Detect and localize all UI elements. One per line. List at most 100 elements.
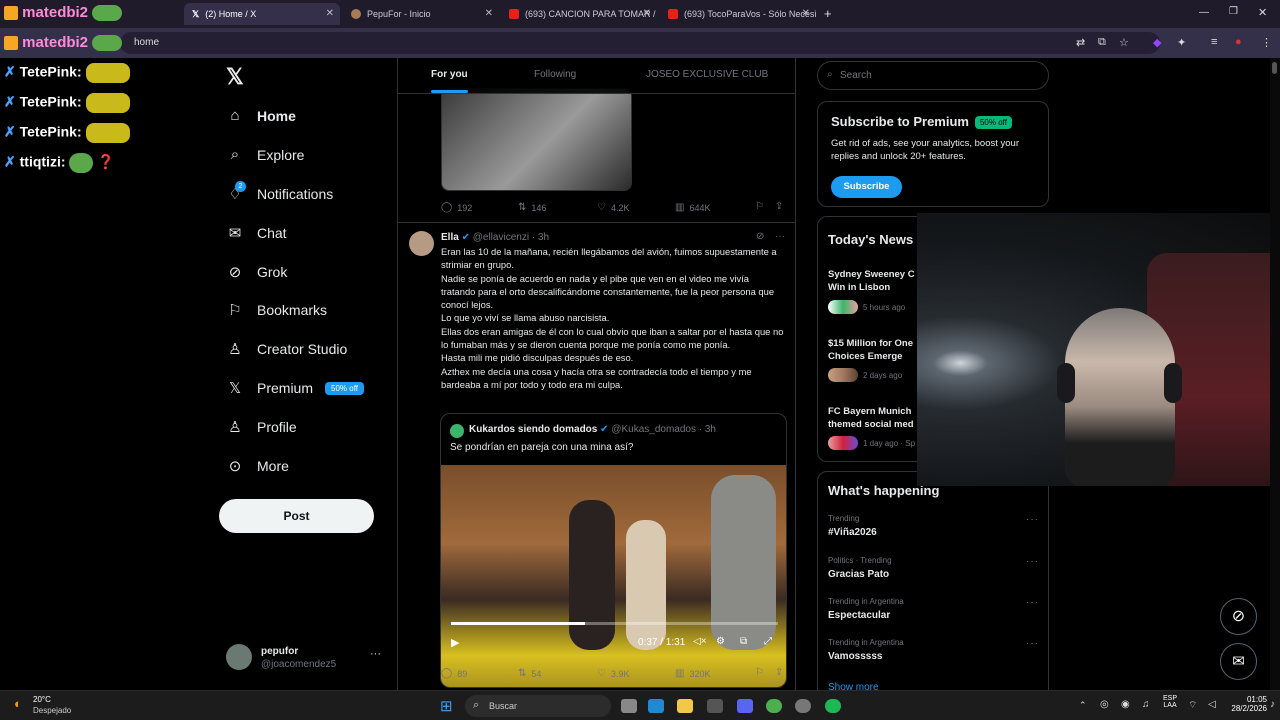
news-item-title[interactable]: Sydney Sweeney C Win in Lisbon xyxy=(828,268,918,294)
trend-name[interactable]: Vamosssss xyxy=(828,651,883,662)
windows-start-icon[interactable]: ⊞ xyxy=(440,697,453,715)
subscribe-button[interactable]: Subscribe xyxy=(831,176,902,198)
more-dots-icon[interactable]: ··· xyxy=(1026,514,1039,525)
tab-youtube-2[interactable]: (693) TocoParaVos - Sólo Necesito ✕ xyxy=(660,3,816,25)
more-dots-icon[interactable]: ··· xyxy=(1026,638,1039,649)
avatar[interactable]: ● xyxy=(1235,36,1242,48)
close-icon[interactable]: ✕ xyxy=(643,8,651,19)
share-button[interactable]: ⇪ xyxy=(775,201,788,212)
previous-tweet-image[interactable] xyxy=(441,88,632,191)
like-button[interactable]: ♡ 3.9K xyxy=(597,668,629,679)
video-player[interactable]: ▶ 0:37 / 1:31 ◁× ⚙ ⧉ ⤢ xyxy=(441,465,786,687)
nav-more[interactable]: ⊙ More xyxy=(226,457,289,475)
mute-icon[interactable]: ◁× xyxy=(693,636,707,647)
close-icon[interactable]: ✕ xyxy=(802,8,810,19)
author-name[interactable]: Ella xyxy=(441,232,459,243)
trend-name[interactable]: #Viña2026 xyxy=(828,527,877,538)
tab-for-you[interactable]: For you xyxy=(431,69,468,80)
window-close-button[interactable]: ✕ xyxy=(1258,6,1267,19)
minimize-button[interactable]: — xyxy=(1199,7,1209,18)
tab-youtube-1[interactable]: (693) CANCION PARA TOMAR / ✕ xyxy=(501,3,657,25)
nav-profile[interactable]: ♙ Profile xyxy=(226,418,296,436)
chrome-icon[interactable] xyxy=(766,699,782,713)
fullscreen-icon[interactable]: ⤢ xyxy=(764,636,772,647)
pip-icon[interactable]: ⧉ xyxy=(740,636,747,647)
search-input[interactable]: ⌕ Search xyxy=(817,61,1049,90)
nav-explore[interactable]: ⌕ Explore xyxy=(226,146,305,163)
wifi-icon[interactable]: ⌔ xyxy=(1188,699,1197,712)
post-button[interactable]: Post xyxy=(219,499,374,533)
nav-premium[interactable]: 𝕏 Premium 50% off xyxy=(226,379,364,397)
bookmark-button[interactable]: ⚐ xyxy=(755,667,769,678)
grok-icon[interactable]: ⊘ xyxy=(756,231,764,242)
tab-x-home[interactable]: 𝕏 (2) Home / X ✕ xyxy=(184,3,340,25)
reading-list-icon[interactable]: ≡ xyxy=(1211,36,1217,48)
repost-button[interactable]: ⇅ 54 xyxy=(518,668,541,679)
language-indicator[interactable]: ESP LAA xyxy=(1163,695,1177,709)
close-icon[interactable]: ✕ xyxy=(485,8,493,19)
nav-notifications[interactable]: ♢ 2 Notifications xyxy=(226,181,333,203)
tab-following[interactable]: Following xyxy=(534,69,576,80)
scrollbar[interactable] xyxy=(1270,58,1280,690)
news-item-title[interactable]: $15 Million for One Choices Emerge xyxy=(828,337,918,363)
address-bar[interactable]: home xyxy=(120,32,1160,54)
repost-button[interactable]: ⇅ 146 xyxy=(518,202,546,213)
translate-icon[interactable]: ⇄ xyxy=(1076,36,1085,49)
task-view-icon[interactable] xyxy=(621,699,637,713)
account-switcher[interactable]: pepufor @joacomendez5 ··· xyxy=(226,644,391,674)
reply-button[interactable]: ◯ 89 xyxy=(441,668,467,679)
settings-icon[interactable]: ⚙ xyxy=(716,636,725,647)
new-tab-button[interactable]: + xyxy=(824,6,832,21)
tab-pepufor[interactable]: PepuFor - Inicio ✕ xyxy=(343,3,499,25)
clock[interactable]: 01:05 28/2/2026 xyxy=(1215,695,1267,713)
spotify-icon[interactable] xyxy=(825,699,841,713)
install-icon[interactable]: ⧉ xyxy=(1098,36,1106,49)
notification-bell-icon[interactable]: ♪ xyxy=(1270,699,1275,710)
views-button[interactable]: ▥ 320K xyxy=(675,668,710,679)
nav-grok[interactable]: ⊘ Grok xyxy=(226,263,288,281)
messages-float-button[interactable]: ✉ xyxy=(1220,643,1257,680)
author-handle[interactable]: @ellavicenzi xyxy=(473,232,529,243)
nav-chat[interactable]: ✉ Chat xyxy=(226,224,287,242)
nav-creator-studio[interactable]: ♙ Creator Studio xyxy=(226,340,347,358)
twitch-extension-icon[interactable]: ◆ xyxy=(1153,36,1161,49)
share-button[interactable]: ⇪ xyxy=(775,667,788,678)
file-explorer-icon[interactable] xyxy=(677,699,693,713)
reply-button[interactable]: ◯ 192 xyxy=(441,202,472,213)
close-icon[interactable]: ✕ xyxy=(326,8,334,19)
chevron-up-icon[interactable]: ⌃ xyxy=(1079,700,1087,711)
video-progress-track[interactable] xyxy=(451,622,778,625)
grok-float-button[interactable]: ⊘ xyxy=(1220,598,1257,635)
more-dots-icon[interactable]: ··· xyxy=(775,231,785,242)
bookmark-button[interactable]: ⚐ xyxy=(755,201,769,212)
tab-joseo-exclusive-club[interactable]: JOSEO EXCLUSIVE CLUB xyxy=(646,69,768,80)
store-icon[interactable] xyxy=(707,699,723,713)
scrollbar-thumb[interactable] xyxy=(1272,62,1277,74)
extensions-icon[interactable]: ✦ xyxy=(1177,36,1186,49)
nav-home[interactable]: ⌂ Home xyxy=(226,107,295,124)
show-more-link[interactable]: Show more xyxy=(828,682,879,690)
like-button[interactable]: ♡ 4.2K xyxy=(597,202,629,213)
restore-button[interactable]: ❐ xyxy=(1229,6,1238,17)
star-icon[interactable]: ☆ xyxy=(1119,36,1129,49)
x-logo-icon[interactable]: 𝕏 xyxy=(226,64,244,90)
avatar[interactable] xyxy=(409,231,434,256)
discord-icon[interactable] xyxy=(737,699,753,713)
trend-name[interactable]: Gracias Pato xyxy=(828,569,889,580)
weather-icon[interactable]: ◐ xyxy=(14,696,22,711)
menu-icon[interactable]: ⋮ xyxy=(1261,36,1272,49)
more-dots-icon[interactable]: ··· xyxy=(1026,556,1039,567)
play-icon[interactable]: ▶ xyxy=(451,636,459,649)
more-dots-icon[interactable]: ··· xyxy=(1026,597,1039,608)
news-item-title[interactable]: FC Bayern Munich themed social med xyxy=(828,405,918,431)
trend-name[interactable]: Espectacular xyxy=(828,610,890,621)
taskbar-search[interactable]: ⌕ Buscar xyxy=(465,695,611,717)
views-button[interactable]: ▥ 644K xyxy=(675,202,710,213)
edge-icon[interactable] xyxy=(648,699,664,713)
tray-icon[interactable]: ◉ xyxy=(1121,699,1130,710)
obs-icon[interactable] xyxy=(795,699,811,713)
quoted-tweet[interactable]: Kukardos siendo domados ✔ @Kukas_domados… xyxy=(440,413,787,688)
tray-icon[interactable]: ◎ xyxy=(1100,699,1109,710)
mic-icon[interactable]: ♫ xyxy=(1142,699,1150,710)
nav-bookmarks[interactable]: ⚐ Bookmarks xyxy=(226,301,327,319)
